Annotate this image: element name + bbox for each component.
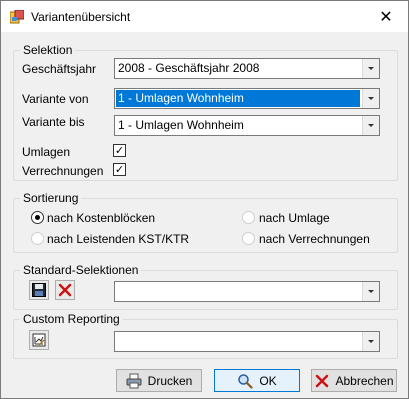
abbrechen-label: Abbrechen [335, 373, 394, 388]
ok-button[interactable]: OK [214, 369, 300, 392]
ok-magnifier-icon [237, 373, 253, 389]
app-icon [9, 9, 25, 24]
report-designer-button[interactable] [29, 330, 49, 350]
dropdown-arrow-icon[interactable] [362, 116, 379, 135]
standard-selektionen-select[interactable] [114, 281, 380, 302]
dialog-window: Variantenübersicht ✕ Selektion Geschäfts… [0, 0, 409, 399]
save-button[interactable] [29, 280, 49, 300]
dropdown-arrow-icon[interactable] [362, 59, 379, 78]
dropdown-arrow-icon[interactable] [362, 332, 379, 351]
variante-von-select[interactable]: 1 - Umlagen Wohnheim [114, 88, 380, 109]
ok-label: OK [259, 373, 277, 388]
umlagen-label: Umlagen [22, 145, 71, 159]
radio-nach-umlage[interactable] [242, 211, 255, 224]
group-sortierung-legend: Sortierung [20, 191, 82, 205]
variante-von-value: 1 - Umlagen Wohnheim [116, 90, 360, 107]
geschaeftsjahr-label: Geschäftsjahr [22, 62, 97, 76]
geschaeftsjahr-select[interactable]: 2008 - Geschäftsjahr 2008 [114, 58, 380, 79]
delete-button[interactable] [55, 280, 75, 300]
drucken-button[interactable]: Drucken [116, 369, 202, 392]
group-custom-reporting-legend: Custom Reporting [20, 312, 123, 326]
report-designer-icon [32, 333, 46, 347]
radio-nach-leistenden[interactable] [31, 232, 44, 245]
umlagen-checkbox[interactable]: ✓ [113, 144, 126, 157]
delete-x-icon [58, 283, 72, 297]
verrechnungen-checkbox[interactable]: ✓ [113, 163, 126, 176]
printer-icon [126, 373, 142, 389]
abbrechen-button[interactable]: Abbrechen [311, 369, 397, 392]
standard-selektionen-value [116, 283, 360, 300]
drucken-label: Drucken [147, 373, 193, 388]
variante-bis-label: Variante bis [22, 115, 85, 129]
radio-nach-kostenbloecken-label: nach Kostenblöcken [47, 211, 156, 225]
radio-nach-verrechnungen[interactable] [242, 232, 255, 245]
group-selektion-legend: Selektion [20, 43, 76, 57]
custom-reporting-value [116, 333, 360, 350]
radio-nach-umlage-label: nach Umlage [259, 211, 330, 225]
verrechnungen-label: Verrechnungen [22, 164, 104, 178]
geschaeftsjahr-value: 2008 - Geschäftsjahr 2008 [118, 61, 260, 75]
dropdown-arrow-icon[interactable] [362, 89, 379, 108]
variante-von-label: Variante von [22, 92, 89, 106]
save-icon [32, 283, 46, 297]
variante-bis-value: 1 - Umlagen Wohnheim [118, 118, 244, 132]
window-title: Variantenübersicht [31, 10, 131, 24]
close-icon[interactable]: ✕ [364, 1, 408, 32]
radio-nach-kostenbloecken[interactable] [31, 211, 44, 224]
title-bar: Variantenübersicht ✕ [1, 1, 408, 32]
radio-nach-leistenden-label: nach Leistenden KST/KTR [47, 232, 190, 246]
group-standard-selektionen-legend: Standard-Selektionen [20, 263, 142, 277]
cancel-x-icon [314, 373, 330, 389]
radio-nach-verrechnungen-label: nach Verrechnungen [259, 232, 370, 246]
custom-reporting-select[interactable] [114, 331, 380, 352]
dropdown-arrow-icon[interactable] [362, 282, 379, 301]
variante-bis-select[interactable]: 1 - Umlagen Wohnheim [114, 115, 380, 136]
